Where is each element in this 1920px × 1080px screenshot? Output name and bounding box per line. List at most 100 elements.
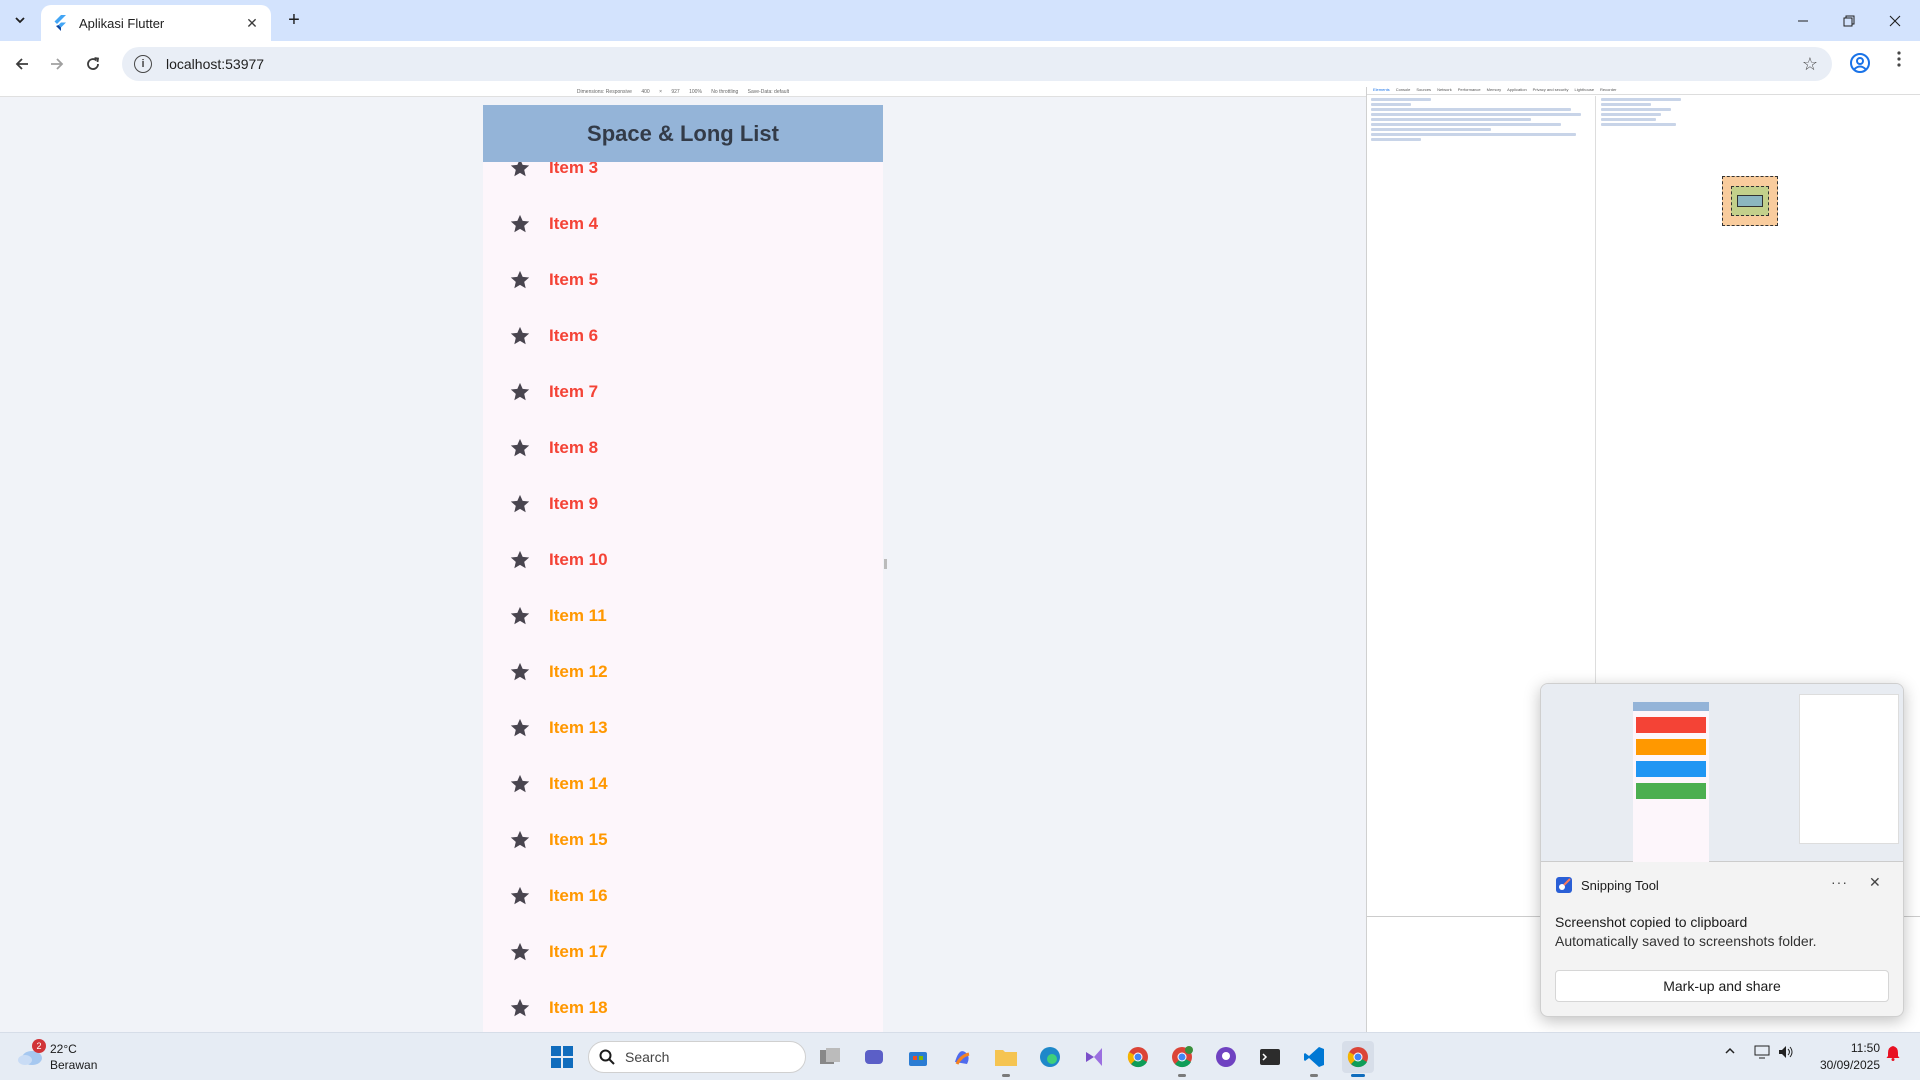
chrome-icon[interactable] xyxy=(1122,1041,1154,1073)
minimize-icon xyxy=(1798,20,1808,21)
new-tab-button[interactable]: + xyxy=(282,8,306,32)
store-icon[interactable] xyxy=(902,1041,934,1073)
snipping-tool-notification[interactable]: Snipping Tool ··· ✕ Screenshot copied to… xyxy=(1540,683,1904,1017)
list-item[interactable]: Item 17 xyxy=(483,924,883,980)
devtools-tab[interactable]: Privacy and security xyxy=(1533,87,1569,92)
list-item-label: Item 7 xyxy=(549,382,599,401)
list-item-label: Item 12 xyxy=(549,662,608,681)
browser-tab[interactable]: Aplikasi Flutter ✕ xyxy=(41,5,271,41)
list-item[interactable]: Item 9 xyxy=(483,476,883,532)
bookmark-star-icon[interactable]: ☆ xyxy=(1802,54,1818,75)
address-bar[interactable]: i localhost:53977 ☆ xyxy=(122,47,1832,81)
list-item[interactable]: Item 4 xyxy=(483,196,883,252)
page-viewport: Dimensions: Responsive 400 × 927 100% No… xyxy=(0,87,1366,1032)
system-clock[interactable]: 11:50 30/09/2025 xyxy=(1808,1040,1880,1074)
markup-and-share-button[interactable]: Mark-up and share xyxy=(1555,970,1889,1002)
notification-bell-icon[interactable] xyxy=(1886,1045,1900,1064)
notification-title: Screenshot copied to clipboard xyxy=(1555,914,1748,930)
devtools-tab[interactable]: Memory xyxy=(1487,87,1501,92)
more-options-icon[interactable]: ··· xyxy=(1831,874,1848,890)
devtools-tab[interactable]: Console xyxy=(1396,87,1411,92)
chrome-profile-icon[interactable] xyxy=(1166,1041,1198,1077)
list-item[interactable]: Item 12 xyxy=(483,644,883,700)
list-item[interactable]: Item 5 xyxy=(483,252,883,308)
device-throttling[interactable]: No throttling xyxy=(711,89,738,95)
browser-tab-strip: Aplikasi Flutter ✕ + xyxy=(0,0,1920,41)
visual-studio-icon[interactable] xyxy=(1078,1041,1110,1073)
github-desktop-icon[interactable] xyxy=(1210,1041,1242,1073)
vscode-icon[interactable] xyxy=(1298,1041,1330,1077)
terminal-icon[interactable] xyxy=(1254,1041,1286,1073)
reload-button[interactable] xyxy=(80,51,106,77)
screenshot-preview[interactable] xyxy=(1541,684,1903,862)
list-item-label: Item 6 xyxy=(549,326,599,345)
list-item[interactable]: Item 16 xyxy=(483,868,883,924)
forward-button[interactable] xyxy=(44,51,70,77)
taskbar: 2 22°C Berawan Search 11:50 30/09/2025 xyxy=(0,1032,1920,1080)
list-item[interactable]: Item 6 xyxy=(483,308,883,364)
device-save-data[interactable]: Save-Data: default xyxy=(748,89,789,95)
copilot-icon[interactable] xyxy=(946,1041,978,1073)
volume-icon[interactable] xyxy=(1778,1045,1794,1062)
taskbar-search[interactable]: Search xyxy=(588,1041,806,1073)
weather-widget[interactable]: 2 22°C Berawan xyxy=(16,1039,136,1075)
active-indicator xyxy=(1310,1074,1318,1077)
show-hidden-icons[interactable] xyxy=(1724,1045,1736,1060)
flutter-app: Space & Long List Item 3 Item 4 Item 5 Item… xyxy=(483,105,883,1032)
site-info-icon[interactable]: i xyxy=(134,55,152,73)
list-item[interactable]: Item 7 xyxy=(483,364,883,420)
device-times: × xyxy=(659,89,662,95)
kebab-menu-icon xyxy=(1897,51,1901,67)
list-item[interactable]: Item 15 xyxy=(483,812,883,868)
teams-icon[interactable] xyxy=(858,1041,890,1073)
device-width[interactable]: 400 xyxy=(641,89,649,95)
star-icon xyxy=(510,214,530,233)
list-item[interactable]: Item 8 xyxy=(483,420,883,476)
browser-menu-button[interactable] xyxy=(1889,51,1909,75)
weather-temperature: 22°C xyxy=(50,1042,77,1056)
list-item[interactable]: Item 11 xyxy=(483,588,883,644)
snipping-tool-icon xyxy=(1555,876,1573,894)
list-item[interactable]: Item 14 xyxy=(483,756,883,812)
close-tab-icon[interactable]: ✕ xyxy=(243,15,261,32)
tab-search-button[interactable] xyxy=(8,8,32,32)
task-view-icon[interactable] xyxy=(814,1041,846,1073)
active-indicator xyxy=(1178,1074,1186,1077)
devtools-tab[interactable]: Performance xyxy=(1458,87,1481,92)
url-text: localhost:53977 xyxy=(166,56,265,72)
devtools-tab[interactable]: Elements xyxy=(1373,87,1390,92)
close-icon[interactable]: ✕ xyxy=(1869,874,1881,891)
device-height[interactable]: 927 xyxy=(671,89,679,95)
minimize-button[interactable] xyxy=(1780,0,1826,41)
devtools-tab[interactable]: Application xyxy=(1507,87,1527,92)
file-explorer-icon[interactable] xyxy=(990,1041,1022,1077)
star-icon xyxy=(510,662,530,681)
star-icon xyxy=(510,774,530,793)
box-model-diagram xyxy=(1722,176,1778,226)
devtools-tab[interactable]: Lighthouse xyxy=(1574,87,1594,92)
close-window-button[interactable] xyxy=(1872,0,1918,41)
chrome-active-icon[interactable] xyxy=(1342,1041,1374,1077)
edge-icon[interactable] xyxy=(1034,1041,1066,1073)
flutter-icon xyxy=(51,15,67,31)
devtools-tab[interactable]: Sources xyxy=(1416,87,1431,92)
windows-icon xyxy=(551,1046,573,1068)
back-button[interactable] xyxy=(9,51,35,77)
list-item-label: Item 4 xyxy=(549,214,599,233)
start-button[interactable] xyxy=(546,1041,578,1073)
restore-button[interactable] xyxy=(1826,0,1872,41)
chevron-up-icon xyxy=(1725,1047,1735,1054)
item-list[interactable]: Item 3 Item 4 Item 5 Item 6 Item 7 Item 8 Item… xyxy=(483,140,883,1032)
profile-button[interactable] xyxy=(1848,51,1872,75)
network-icon[interactable] xyxy=(1754,1045,1770,1062)
list-item[interactable]: Item 18 xyxy=(483,980,883,1032)
devtools-tabs[interactable]: Elements Console Sources Network Performance… xyxy=(1367,87,1920,95)
device-dimensions[interactable]: Dimensions: Responsive xyxy=(577,89,632,95)
list-item-label: Item 11 xyxy=(549,606,607,625)
devtools-tab[interactable]: Network xyxy=(1437,87,1452,92)
devtools-tab[interactable]: Recorder xyxy=(1600,87,1616,92)
viewport-resize-handle[interactable] xyxy=(884,559,887,569)
list-item[interactable]: Item 13 xyxy=(483,700,883,756)
list-item[interactable]: Item 10 xyxy=(483,532,883,588)
device-zoom[interactable]: 100% xyxy=(689,89,702,95)
